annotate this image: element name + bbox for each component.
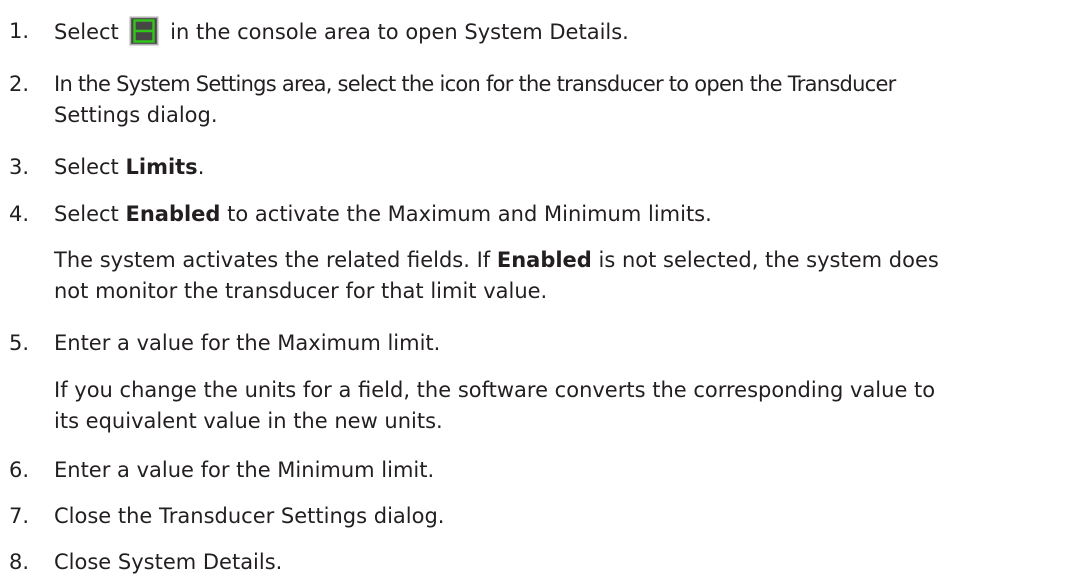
step-5-text: Enter a value for the Maximum limit. <box>54 331 441 355</box>
step-4-note-bold-enabled: Enabled <box>496 248 592 272</box>
step-4-text-before: Select <box>54 202 119 226</box>
step-2-line-2: Settings dialog. <box>54 103 218 127</box>
step-8-text: Close System Details. <box>54 550 283 574</box>
system-details-console-icon <box>129 16 159 46</box>
step-3-text-before: Select <box>54 155 119 179</box>
step-2-line-1: In the System Settings area, select the … <box>54 72 896 96</box>
step-4-note-before: The system activates the related fields.… <box>54 248 491 272</box>
step-7-text: Close the Transducer Settings dialog. <box>54 504 445 528</box>
step-8-number: 8. <box>9 550 30 574</box>
step-4-bold-enabled: Enabled <box>125 202 221 226</box>
step-1-text-before: Select <box>54 20 119 44</box>
step-5-number: 5. <box>9 331 30 355</box>
step-2-number: 2. <box>9 72 30 96</box>
step-1-number: 1. <box>9 19 30 43</box>
step-4-number: 4. <box>9 202 30 226</box>
step-1-text: Select in the console area to open Syste… <box>54 16 1090 48</box>
step-4-note-line-1: The system activates the related fields.… <box>54 245 1090 276</box>
step-4-text-after: to activate the Maximum and Minimum limi… <box>227 202 712 226</box>
step-6-text: Enter a value for the Minimum limit. <box>54 458 435 482</box>
step-1-text-after: in the console area to open System Detai… <box>170 20 629 44</box>
step-3-text-after: . <box>197 155 205 179</box>
step-4-note-line-2: not monitor the transducer for that limi… <box>54 279 548 303</box>
step-7-number: 7. <box>9 504 30 528</box>
step-3-bold-limits: Limits <box>125 155 198 179</box>
step-5-note-line-2: its equivalent value in the new units. <box>54 409 443 433</box>
step-4-note-after: is not selected, the system does <box>598 248 939 272</box>
step-3-text: Select Limits. <box>54 152 1090 183</box>
step-3-number: 3. <box>9 155 30 179</box>
step-5-note-line-1: If you change the units for a field, the… <box>54 378 936 402</box>
step-4-text: Select Enabled to activate the Maximum a… <box>54 199 1090 230</box>
step-6-number: 6. <box>9 458 30 482</box>
procedure-steps: 1. Select in the console area to open Sy… <box>0 0 1092 588</box>
